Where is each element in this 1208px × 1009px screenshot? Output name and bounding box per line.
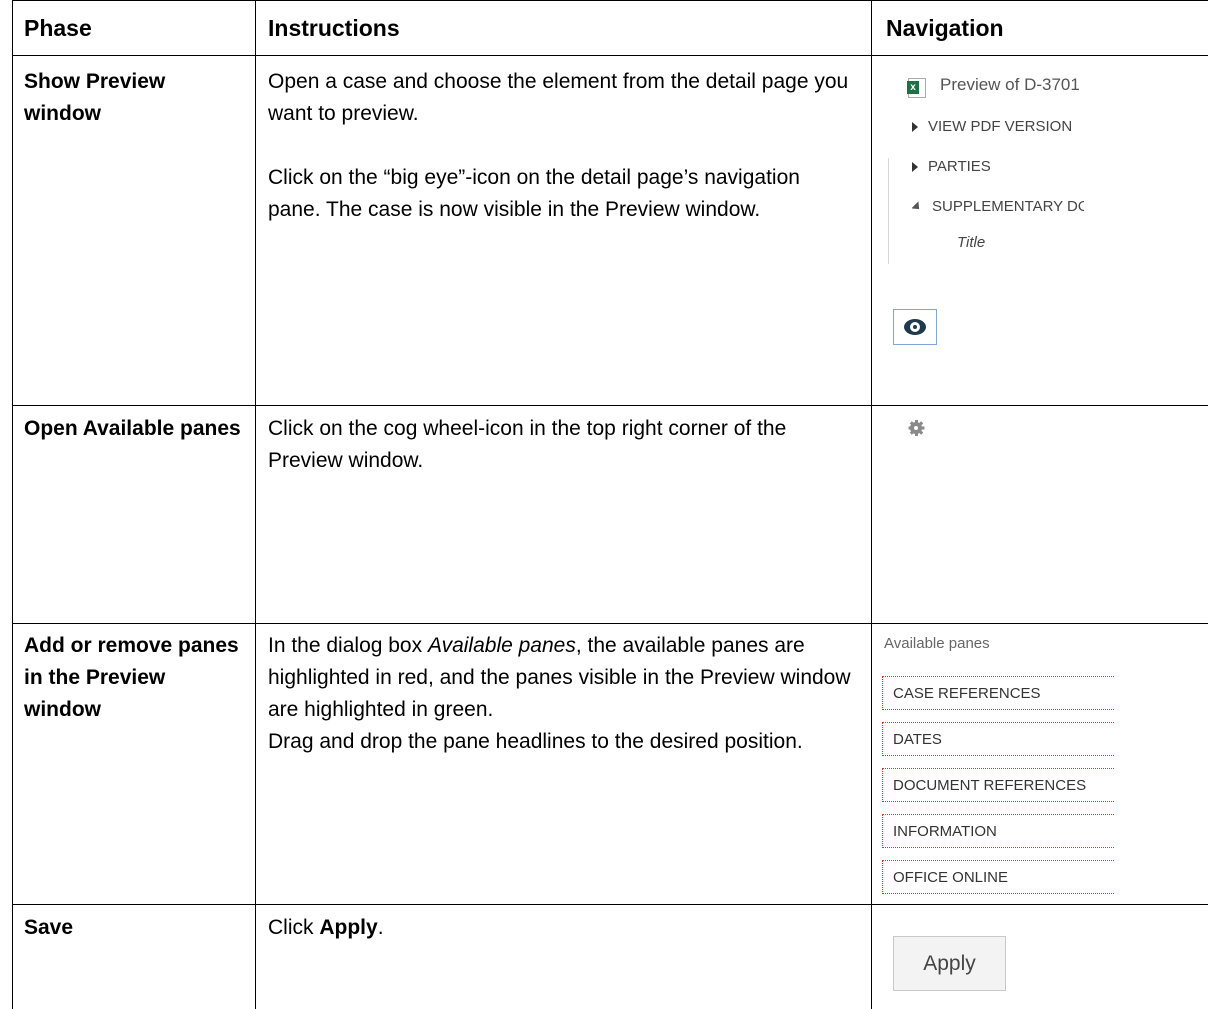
collapse-arrow-icon (912, 201, 923, 213)
cog-icon[interactable] (908, 420, 924, 436)
column-divider-2 (871, 0, 872, 1009)
nav-item-view-pdf[interactable]: VIEW PDF VERSION (912, 118, 1072, 135)
column-divider-1 (255, 0, 256, 1009)
instruction-paragraph: Drag and drop the pane headlines to the … (268, 730, 803, 753)
eye-icon[interactable] (893, 309, 937, 345)
apply-button[interactable]: Apply (893, 936, 1006, 991)
preview-title[interactable]: Preview of D-37017 (940, 75, 1080, 95)
table-border-left (12, 0, 13, 1009)
header-navigation: Navigation (886, 15, 1004, 41)
instruction-paragraph: In the dialog box Available panes, the a… (268, 634, 851, 721)
available-panes-title: Available panes (884, 635, 990, 652)
dialog-name: Available panes (427, 634, 576, 657)
row-divider-1 (12, 405, 1208, 406)
nav-item-supplementary-doc[interactable]: SUPPLEMENTARY DOC (912, 198, 1084, 215)
pane-dates[interactable]: DATES (882, 722, 1114, 756)
instructions-add-remove-panes: In the dialog box Available panes, the a… (268, 630, 858, 758)
expand-arrow-icon (912, 162, 918, 173)
instructions-save: Click Apply. (268, 912, 858, 944)
instruction-paragraph: Click on the “big eye”-icon on the detai… (268, 166, 800, 221)
instructions-table: Phase Instructions Navigation Show Previ… (0, 0, 1208, 1009)
header-instructions: Instructions (268, 15, 400, 41)
instructions-open-available-panes: Click on the cog wheel-icon in the top r… (268, 413, 858, 477)
instruction-paragraph: Open a case and choose the element from … (268, 70, 849, 125)
pane-document-references[interactable]: DOCUMENT REFERENCES (882, 768, 1114, 802)
apply-label: Apply (319, 916, 378, 939)
phase-open-available-panes: Open Available panes (24, 417, 241, 440)
pane-case-references[interactable]: CASE REFERENCES (882, 676, 1114, 710)
excel-file-icon: x (907, 78, 926, 98)
instruction-paragraph: Click Apply. (268, 916, 384, 939)
row-divider-3 (12, 904, 1208, 905)
instructions-show-preview: Open a case and choose the element from … (268, 66, 858, 226)
pane-office-online[interactable]: OFFICE ONLINE (882, 860, 1114, 894)
instruction-paragraph: Click on the cog wheel-icon in the top r… (268, 417, 787, 472)
nav-item-parties[interactable]: PARTIES (912, 158, 991, 175)
phase-show-preview: Show Preview window (24, 70, 166, 125)
expand-arrow-icon (912, 122, 918, 133)
nav-sub-item-title[interactable]: Title (957, 234, 985, 251)
phase-add-remove-panes: Add or remove panes in the Preview windo… (24, 634, 239, 721)
header-phase: Phase (24, 15, 92, 41)
header-divider (12, 55, 1208, 56)
row-divider-2 (12, 623, 1208, 624)
pane-separator (888, 158, 889, 264)
pane-information[interactable]: INFORMATION (882, 814, 1114, 848)
table-border-top (12, 0, 1208, 1)
phase-save: Save (24, 916, 74, 939)
